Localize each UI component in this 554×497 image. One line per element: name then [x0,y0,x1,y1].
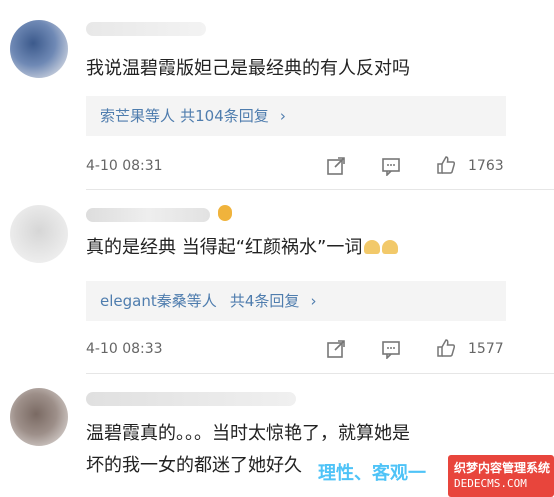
watermark-text: 理性、客观一 [318,463,426,484]
comment-text-line-2: 坏的我一女的都迷了她好久 [86,455,302,476]
username-blurred[interactable] [86,22,206,36]
watermark: 理性、客观一 织梦内容管理系统 DEDECMS.COM [318,455,554,497]
reply-count[interactable]: 共104条回复 [180,96,269,136]
chevron-right-icon: › [310,292,317,310]
share-icon[interactable] [326,339,346,359]
badge-title: 织梦内容管理系统 [454,461,551,475]
share-icon[interactable] [326,156,346,176]
comment-text-line-1: 温碧霞真的。。。当时太惊艳了，就算她是 [86,423,410,444]
vip-badge-icon [218,205,232,221]
clasped-hands-emoji-icon [364,240,381,254]
comment-icon[interactable] [381,156,401,176]
thumbs-up-icon[interactable] [436,155,456,175]
timestamp: 4-10 08:31 [86,158,163,174]
divider [86,189,554,190]
reply-summary[interactable]: elegant秦桑等人 共4条回复 › [86,281,506,321]
reply-names[interactable]: elegant秦桑等人 [100,281,217,321]
reply-summary[interactable]: 索芒果等人 共104条回复 › [86,96,506,136]
like-count: 1763 [468,158,504,174]
thumbs-up-icon[interactable] [436,338,456,358]
avatar[interactable] [10,20,68,78]
comment-text: 真的是经典 当得起“红颜祸水”一词 [86,234,399,262]
comment-text-body: 真的是经典 当得起“红颜祸水”一词 [86,237,363,258]
timestamp: 4-10 08:33 [86,341,163,357]
reply-count[interactable]: 共4条回复 [230,281,300,321]
username-blurred[interactable] [86,208,210,222]
chevron-right-icon: › [279,107,286,125]
clasped-hands-emoji-icon [382,240,399,254]
badge-url: DEDECMS.COM [454,477,527,490]
avatar[interactable] [10,205,68,263]
reply-names[interactable]: 索芒果等人 [100,96,175,136]
avatar[interactable] [10,388,68,446]
username-blurred[interactable] [86,392,296,406]
divider [86,373,554,374]
like-count: 1577 [468,341,504,357]
comment-text: 我说温碧霞版妲己是最经典的有人反对吗 [86,58,410,79]
dedecms-logo: 织梦内容管理系统 DEDECMS.COM [448,455,554,497]
comment-icon[interactable] [381,339,401,359]
